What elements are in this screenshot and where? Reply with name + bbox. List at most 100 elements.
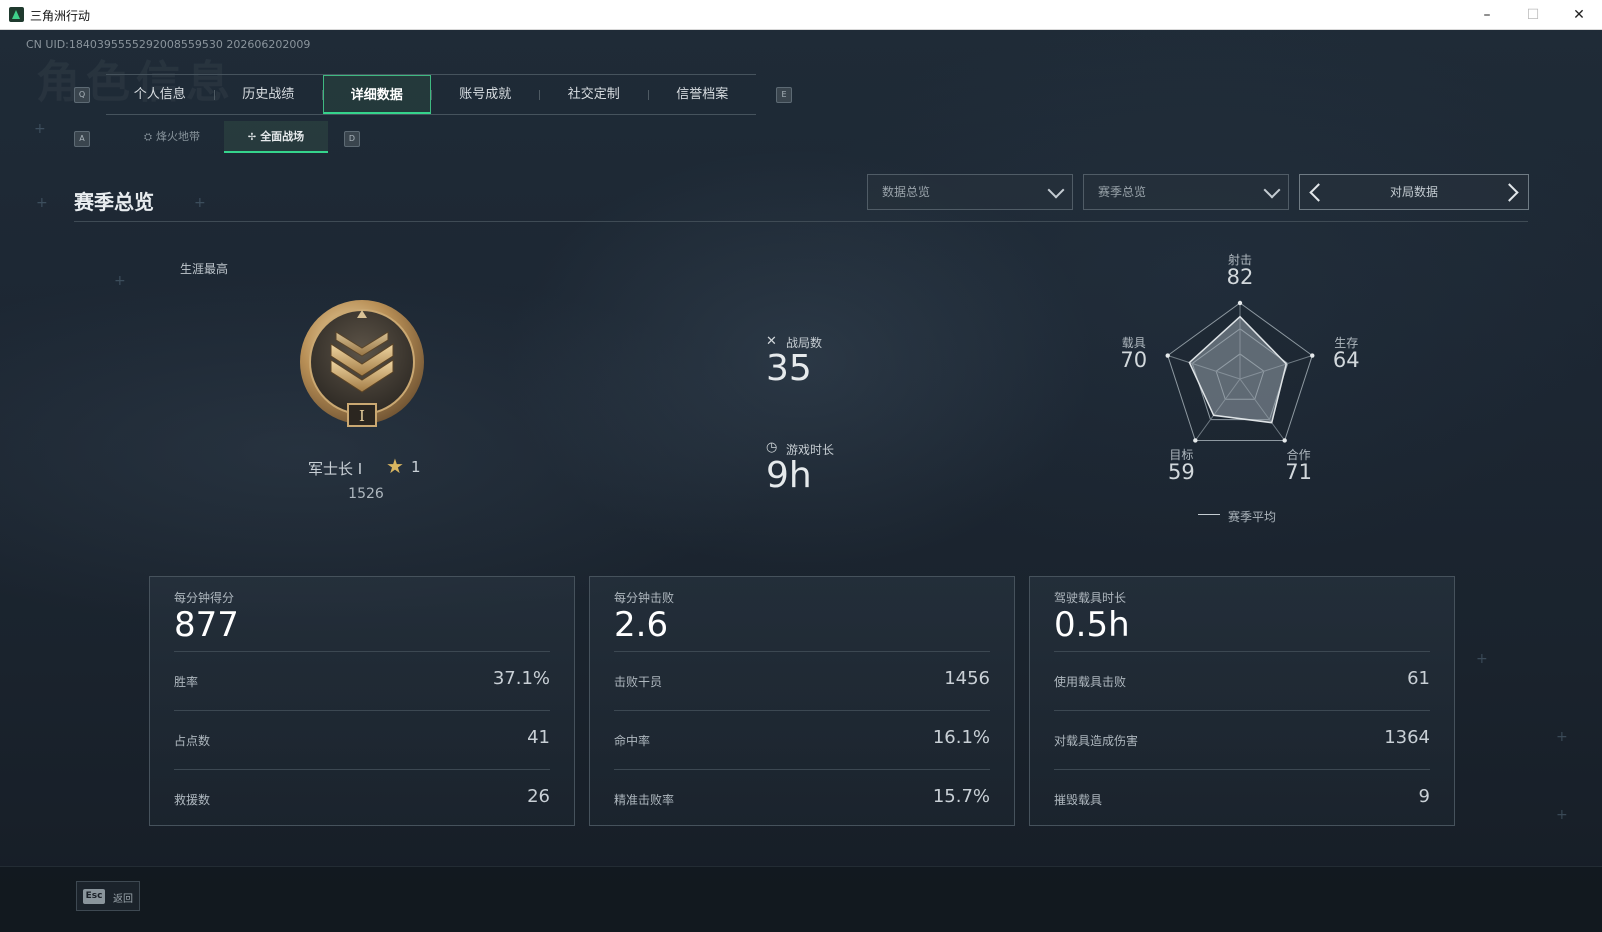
footer-bar: Esc 返回 xyxy=(0,866,1602,932)
row-value: 1456 xyxy=(944,668,990,689)
subtab-label: 全面战场 xyxy=(260,130,305,143)
legend-line-icon xyxy=(1198,514,1220,515)
row-value: 1364 xyxy=(1384,727,1430,748)
chevron-down-icon xyxy=(1263,181,1281,199)
chevron-down-icon xyxy=(1047,181,1065,199)
crosshair-icon: + xyxy=(1556,807,1568,823)
section-divider xyxy=(74,221,1528,222)
dropdown-value: 赛季总览 xyxy=(1098,185,1147,199)
star-icon: ★ xyxy=(386,454,404,478)
crosshair-icon: + xyxy=(36,195,48,211)
row-label: 使用载具击败 xyxy=(1054,675,1127,689)
crosshair-icon: + xyxy=(194,195,206,211)
uid-text: CN UID:1840395555292008559530 2026062020… xyxy=(26,38,311,51)
radar-axis-value: 59 xyxy=(1167,460,1195,485)
row-label: 占点数 xyxy=(174,734,211,748)
row-value: 37.1% xyxy=(492,668,550,689)
tab-match-history[interactable]: 历史战绩 xyxy=(215,75,323,114)
subtab-prev-key[interactable]: A xyxy=(74,131,90,147)
tab-detailed-data[interactable]: 详细数据 xyxy=(323,75,431,114)
career-best-label: 生涯最高 xyxy=(180,262,229,276)
rank-score: 1526 xyxy=(348,486,384,502)
tab-achievements[interactable]: 账号成就 xyxy=(432,75,540,114)
app-logo-icon xyxy=(9,7,24,22)
card-row: 救援数 26 xyxy=(174,769,550,828)
card-value: 0.5h xyxy=(1054,605,1130,645)
tab-reputation[interactable]: 信誉档案 xyxy=(649,75,757,114)
window-title: 三角洲行动 xyxy=(30,9,91,23)
radar-axis-value: 71 xyxy=(1285,460,1313,485)
card-row: 占点数 41 xyxy=(174,710,550,769)
row-value: 61 xyxy=(1407,668,1430,689)
card-value: 877 xyxy=(174,605,239,645)
row-label: 胜率 xyxy=(174,675,199,689)
row-value: 16.1% xyxy=(932,727,990,748)
chevron-right-icon[interactable] xyxy=(1500,183,1519,202)
row-label: 救援数 xyxy=(174,793,211,807)
subtab-warfare[interactable]: ✢ 全面战场 xyxy=(224,121,328,153)
main-panel: 角色信息 + + + + + + + CN UID:18403955552920… xyxy=(0,30,1602,932)
card-row: 胜率 37.1% xyxy=(174,651,550,710)
radar-vertex-dot xyxy=(1310,353,1315,358)
back-label: 返回 xyxy=(113,894,133,905)
card-row: 命中率 16.1% xyxy=(614,710,990,769)
crosshair-icon: + xyxy=(1556,729,1568,745)
rank-name: 军士长 I xyxy=(308,460,363,478)
pager-label: 对局数据 xyxy=(1389,185,1438,199)
row-value: 9 xyxy=(1418,786,1430,807)
matches-value: 35 xyxy=(766,348,812,389)
card-row: 精准击败率 15.7% xyxy=(614,769,990,828)
crosshair-icon: + xyxy=(34,121,46,137)
row-label: 命中率 xyxy=(614,734,651,748)
row-value: 41 xyxy=(527,727,550,748)
tab-personal-info[interactable]: 个人信息 xyxy=(106,75,214,114)
warfare-mode-icon: ✢ xyxy=(247,132,257,143)
radar-legend-label: 赛季平均 xyxy=(1228,510,1277,524)
crosshair-icon: + xyxy=(114,273,126,289)
radar-axis-value: 64 xyxy=(1332,347,1360,372)
subtab-next-key[interactable]: D xyxy=(344,131,360,147)
maximize-button[interactable]: ☐ xyxy=(1510,0,1556,30)
stat-card-score: 每分钟得分 877 胜率 37.1% 占点数 41 救援数 26 xyxy=(149,576,575,826)
back-button[interactable]: Esc 返回 xyxy=(76,881,140,911)
close-button[interactable]: ✕ xyxy=(1556,0,1602,30)
row-label: 摧毁载具 xyxy=(1054,793,1103,807)
radar-vertex-dot xyxy=(1193,438,1198,443)
stat-card-kills: 每分钟击败 2.6 击败干员 1456 命中率 16.1% 精准击败率 15.7… xyxy=(589,576,1015,826)
card-value: 2.6 xyxy=(614,605,669,645)
row-label: 击败干员 xyxy=(614,675,663,689)
card-title: 驾驶载具时长 xyxy=(1054,591,1127,605)
row-label: 精准击败率 xyxy=(614,793,675,807)
season-dropdown[interactable]: 赛季总览 xyxy=(1083,174,1289,210)
radar-vertex-dot xyxy=(1237,300,1243,306)
row-value: 26 xyxy=(527,786,550,807)
playtime-value: 9h xyxy=(766,455,812,496)
crosshair-icon: + xyxy=(1476,651,1488,667)
tab-next-key[interactable]: E xyxy=(776,87,792,103)
subtab-label: 烽火地带 xyxy=(156,130,200,143)
mode-subtabs: ⛭ 烽火地带 ✢ 全面战场 xyxy=(120,121,328,153)
crossed-swords-icon: ✕ xyxy=(766,334,777,349)
subtab-operations[interactable]: ⛭ 烽火地带 xyxy=(120,121,224,153)
stat-card-vehicle: 驾驶载具时长 0.5h 使用载具击败 61 对载具造成伤害 1364 摧毁载具 … xyxy=(1029,576,1455,826)
dropdown-value: 数据总览 xyxy=(882,185,931,199)
main-tabs: 个人信息 历史战绩 详细数据 账号成就 社交定制 信誉档案 xyxy=(106,74,756,115)
operations-mode-icon: ⛭ xyxy=(144,132,152,143)
radar-axis-value: 70 xyxy=(1120,347,1148,372)
data-pager: 对局数据 xyxy=(1299,174,1529,210)
tab-social[interactable]: 社交定制 xyxy=(540,75,648,114)
row-label: 对载具造成伤害 xyxy=(1054,734,1139,748)
rank-star-count: 1 xyxy=(411,458,421,476)
data-type-dropdown[interactable]: 数据总览 xyxy=(867,174,1073,210)
row-value: 15.7% xyxy=(932,786,990,807)
chevron-left-icon[interactable] xyxy=(1309,183,1328,202)
minimize-button[interactable]: – xyxy=(1464,0,1510,30)
radar-vertex-dot xyxy=(1282,438,1287,443)
radar-vertex-dot xyxy=(1165,353,1170,358)
card-title: 每分钟击败 xyxy=(614,591,675,605)
card-title: 每分钟得分 xyxy=(174,591,235,605)
card-row: 击败干员 1456 xyxy=(614,651,990,710)
radar-axis-value: 82 xyxy=(1226,265,1254,289)
tab-prev-key[interactable]: Q xyxy=(74,87,90,103)
card-row: 对载具造成伤害 1364 xyxy=(1054,710,1430,769)
